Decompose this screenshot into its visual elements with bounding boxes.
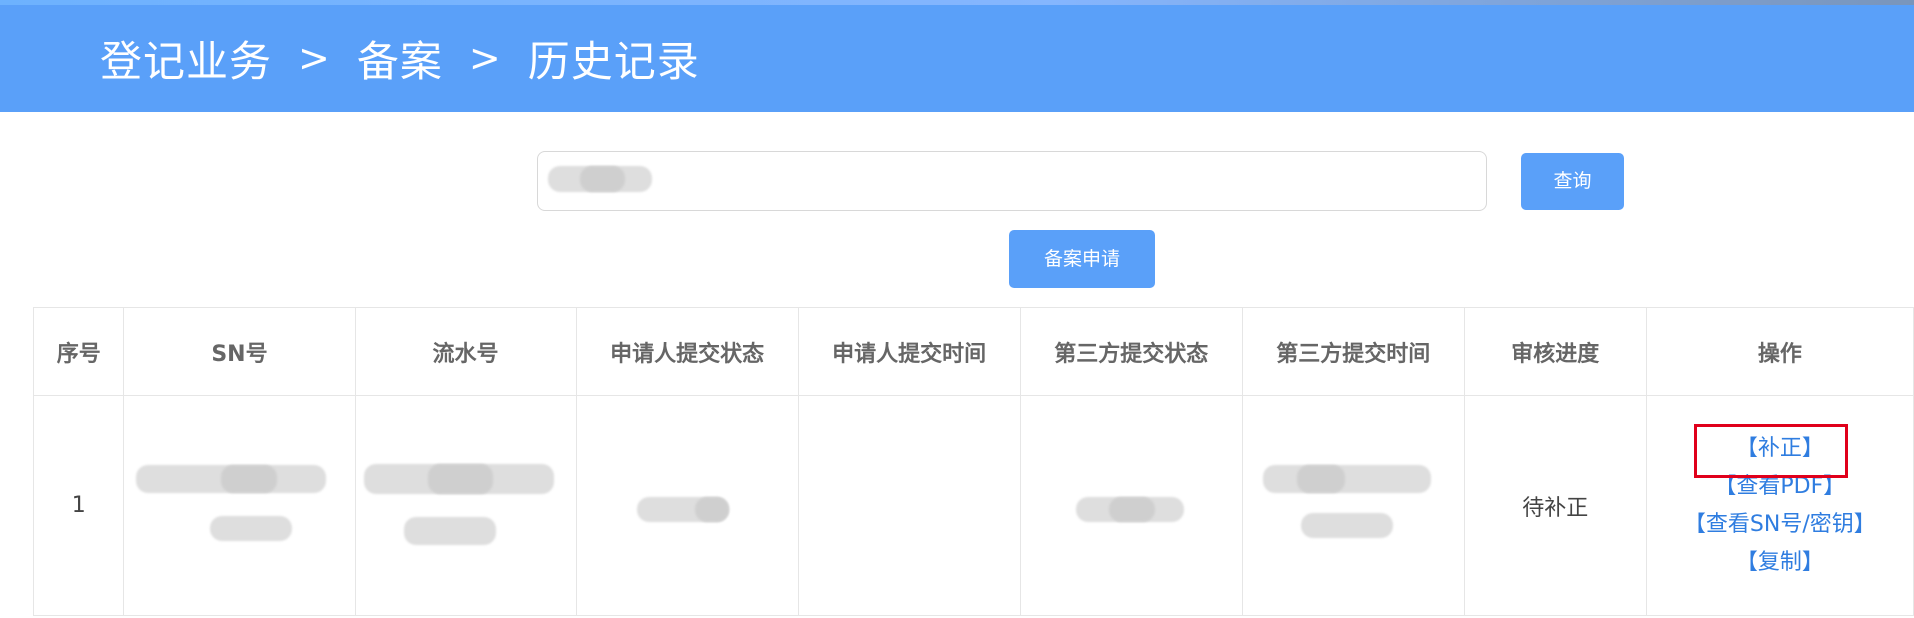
action-list: 【补正】 【查看PDF】 【查看SN号/密钥】 【复制】 [1647,423,1913,580]
redacted-applicant-status-segment [694,497,729,522]
column-header-applicant-submit-time: 申请人提交时间 [797,307,1021,396]
third-party-submit-status-cell [1019,395,1243,616]
filing-application-button[interactable]: 备案申请 [1009,230,1155,288]
applicant-status-redacted [577,396,798,615]
column-header-sn-number: SN号 [123,307,356,396]
table-body: 1 待补正 【补正】 【查看PDF】 【查看SN号/密钥】 【复制】 [33,395,1914,616]
column-header-applicant-submit-status: 申请人提交状态 [575,307,799,396]
table-row: 1 待补正 【补正】 【查看PDF】 【查看SN号/密钥】 【复制】 [33,395,1914,616]
column-header-review-progress: 审核进度 [1463,307,1647,396]
redacted-serial-segment [427,464,493,494]
redacted-serial-line-2 [403,517,496,545]
redacted-third-party-time-line-1 [1262,465,1431,493]
table-header: 序号 SN号 流水号 申请人提交状态 申请人提交时间 第三方提交状态 第三方提交… [33,307,1914,396]
third-party-time-redacted [1243,396,1464,615]
serial-number-redacted [356,396,576,615]
actions-cell: 【补正】 【查看PDF】 【查看SN号/密钥】 【复制】 [1645,395,1914,616]
breadcrumb-filing[interactable]: 备案 [357,28,443,89]
sn-number-cell [123,395,356,616]
view-sn-key-link[interactable]: 【查看SN号/密钥】 [1684,508,1876,542]
redacted-third-party-time-segment [1296,465,1345,493]
review-progress-cell: 待补正 [1463,395,1647,616]
column-header-third-party-submit-status: 第三方提交状态 [1019,307,1243,396]
page-header: 登记业务 > 备案 > 历史记录 [0,0,1914,112]
breadcrumb-registration-business[interactable]: 登记业务 [100,28,272,89]
search-blurred-text-dark [580,166,625,192]
copy-link[interactable]: 【复制】 [1736,546,1824,580]
applicant-submit-time-cell [797,395,1021,616]
redacted-sn-line-2 [210,516,293,541]
history-table: 序号 SN号 流水号 申请人提交状态 申请人提交时间 第三方提交状态 第三方提交… [33,307,1914,616]
supplement-link[interactable]: 【补正】 [1693,423,1862,478]
history-table-wrapper: 序号 SN号 流水号 申请人提交状态 申请人提交时间 第三方提交状态 第三方提交… [33,307,1914,618]
redacted-third-party-time-line-2 [1300,513,1393,538]
third-party-submit-time-cell [1241,395,1465,616]
redacted-sn-segment [221,465,278,493]
breadcrumb: 登记业务 > 备案 > 历史记录 [100,30,700,86]
row-index-cell: 1 [33,395,125,616]
sn-number-redacted [124,396,354,615]
search-input[interactable] [537,151,1487,211]
column-header-index: 序号 [33,307,125,396]
serial-number-cell [354,395,577,616]
table-header-row: 序号 SN号 流水号 申请人提交状态 申请人提交时间 第三方提交状态 第三方提交… [33,307,1914,396]
applicant-submit-status-cell [575,395,799,616]
breadcrumb-history-records: 历史记录 [527,36,700,86]
column-header-third-party-submit-time: 第三方提交时间 [1241,307,1465,396]
column-header-actions: 操作 [1645,307,1914,396]
redacted-third-party-status-segment [1108,497,1155,522]
breadcrumb-separator: > [468,36,502,80]
breadcrumb-separator: > [298,36,331,80]
third-party-status-redacted [1021,396,1242,615]
query-button[interactable]: 查询 [1521,153,1624,210]
column-header-serial-number: 流水号 [354,307,577,396]
